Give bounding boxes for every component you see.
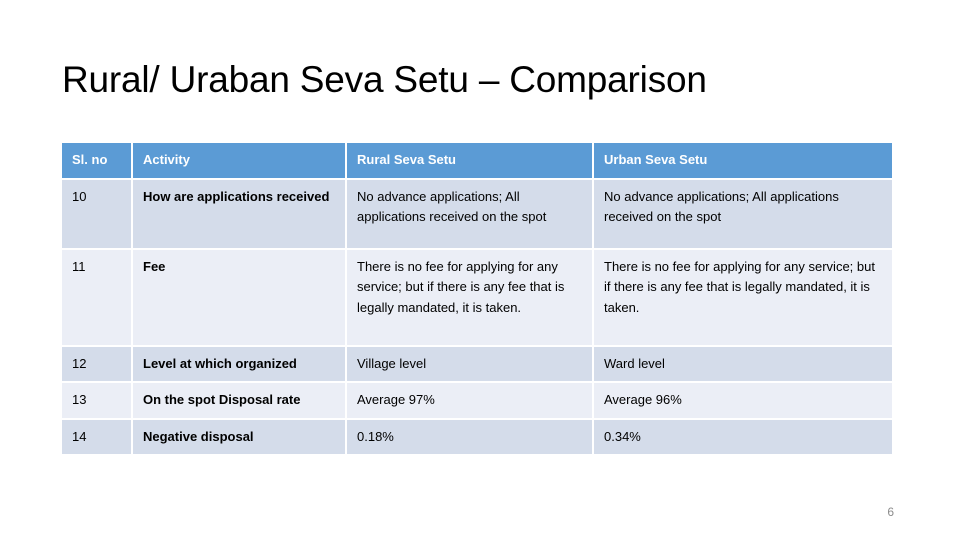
cell-urban: 0.34% bbox=[594, 419, 892, 456]
slide-canvas: Rural/ Uraban Seva Setu – Comparison Sl.… bbox=[0, 0, 960, 540]
cell-activity: On the spot Disposal rate bbox=[133, 383, 347, 420]
table-row: 14 Negative disposal 0.18% 0.34% bbox=[62, 419, 892, 456]
table-body: 10 How are applications received No adva… bbox=[62, 179, 892, 456]
cell-urban: No advance applications; All application… bbox=[594, 179, 892, 250]
cell-rural: 0.18% bbox=[347, 419, 594, 456]
table-row: 13 On the spot Disposal rate Average 97%… bbox=[62, 383, 892, 420]
cell-sl-no: 13 bbox=[62, 383, 133, 420]
cell-activity: Level at which organized bbox=[133, 346, 347, 383]
cell-urban: Average 96% bbox=[594, 383, 892, 420]
cell-urban: There is no fee for applying for any ser… bbox=[594, 249, 892, 347]
cell-rural: Village level bbox=[347, 346, 594, 383]
table-row: 10 How are applications received No adva… bbox=[62, 179, 892, 250]
comparison-table: Sl. no Activity Rural Seva Setu Urban Se… bbox=[62, 143, 892, 456]
table-header-row: Sl. no Activity Rural Seva Setu Urban Se… bbox=[62, 143, 892, 180]
cell-rural: There is no fee for applying for any ser… bbox=[347, 249, 594, 347]
column-header-rural: Rural Seva Setu bbox=[347, 143, 594, 180]
cell-rural: No advance applications; All application… bbox=[347, 179, 594, 250]
page-title: Rural/ Uraban Seva Setu – Comparison bbox=[62, 59, 707, 100]
column-header-sl-no: Sl. no bbox=[62, 143, 133, 180]
column-header-activity: Activity bbox=[133, 143, 347, 180]
cell-sl-no: 10 bbox=[62, 179, 133, 250]
cell-rural: Average 97% bbox=[347, 383, 594, 420]
column-header-urban: Urban Seva Setu bbox=[594, 143, 892, 180]
cell-sl-no: 11 bbox=[62, 249, 133, 347]
table-header: Sl. no Activity Rural Seva Setu Urban Se… bbox=[62, 143, 892, 180]
cell-activity: How are applications received bbox=[133, 179, 347, 250]
page-number: 6 bbox=[887, 505, 894, 519]
cell-activity: Fee bbox=[133, 249, 347, 347]
cell-sl-no: 12 bbox=[62, 346, 133, 383]
cell-activity: Negative disposal bbox=[133, 419, 347, 456]
table-row: 11 Fee There is no fee for applying for … bbox=[62, 249, 892, 347]
cell-sl-no: 14 bbox=[62, 419, 133, 456]
table-row: 12 Level at which organized Village leve… bbox=[62, 346, 892, 383]
cell-urban: Ward level bbox=[594, 346, 892, 383]
